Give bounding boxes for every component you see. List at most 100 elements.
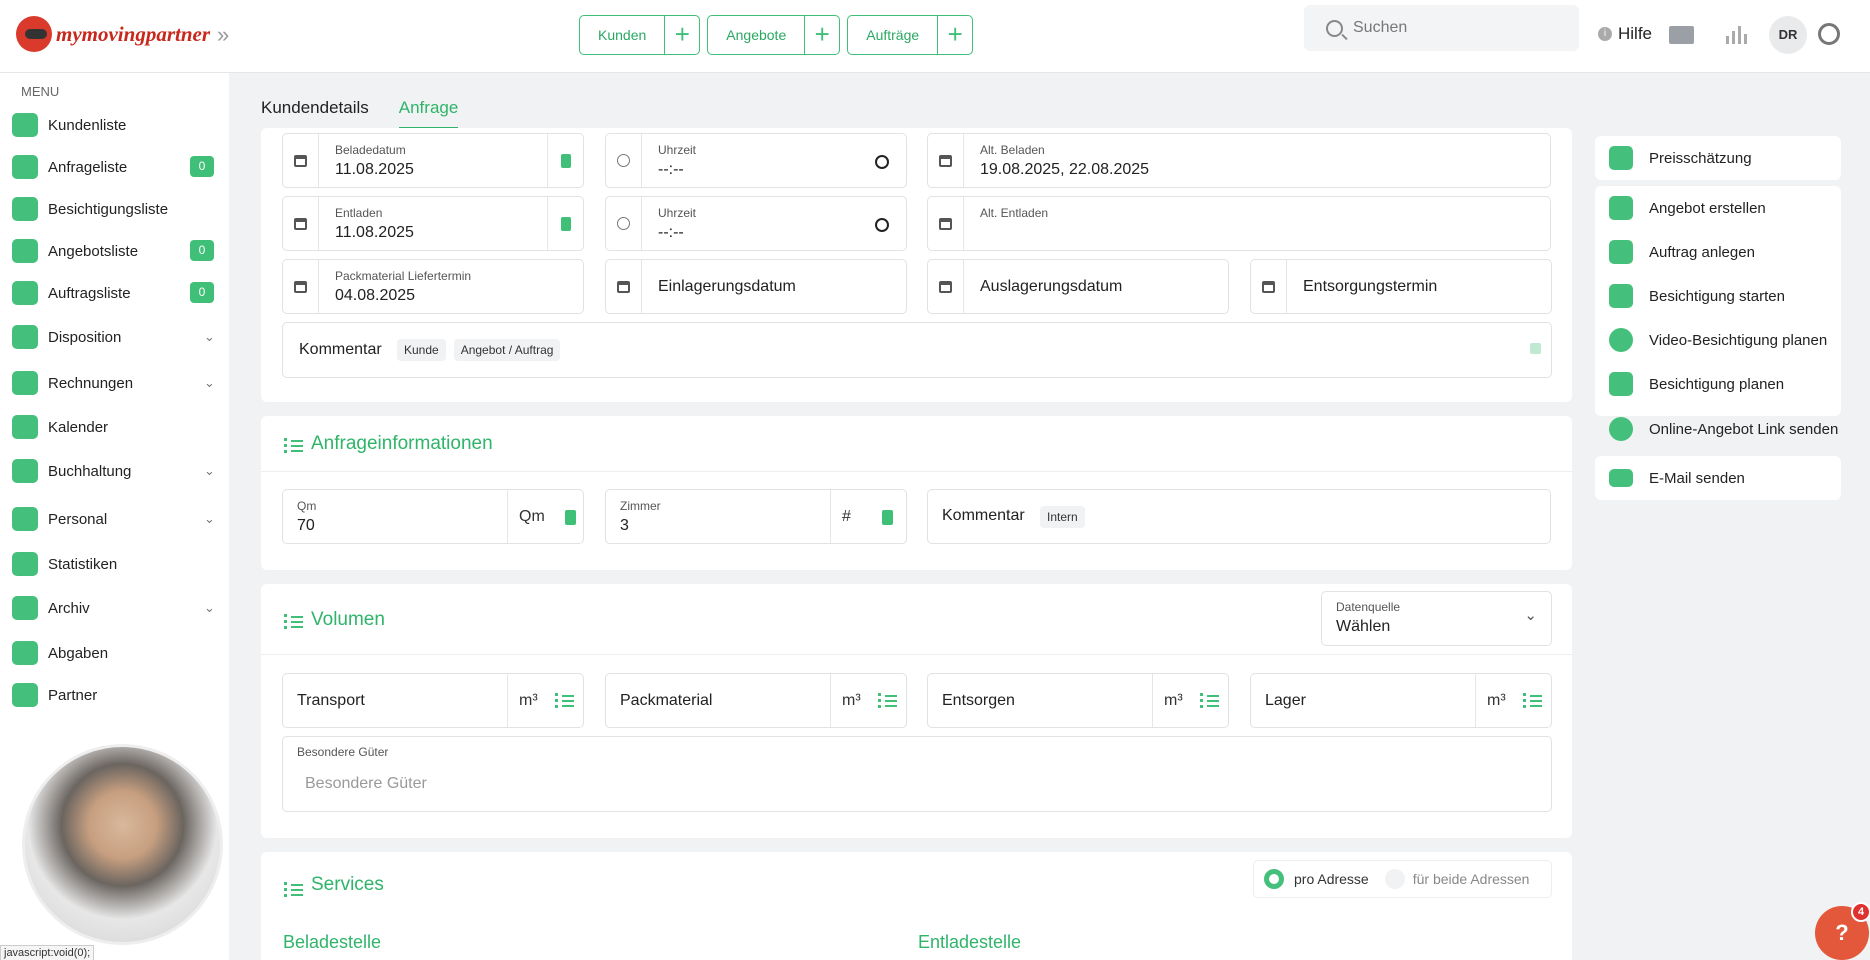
list-icon (284, 614, 303, 629)
selected-value: Wählen (1336, 618, 1391, 635)
chip-kunde[interactable]: Kunde (397, 339, 446, 361)
sidebar-item-kundenliste[interactable]: Kundenliste (0, 107, 229, 143)
avatar[interactable]: DR (1769, 16, 1807, 54)
sidebar-item-angebotsliste[interactable]: Angebotsliste 0 (0, 233, 229, 269)
clipboard-icon[interactable] (560, 216, 571, 231)
besondere-gueter-field[interactable]: Besondere Güter Besondere Güter (282, 736, 1552, 812)
kommentar-textarea[interactable]: Kommentar Kunde Angebot / Auftrag (282, 322, 1552, 378)
unit-label: m³ (519, 692, 538, 709)
radio-pro-adresse[interactable] (1264, 869, 1284, 889)
gantt-icon (12, 325, 38, 349)
clock-icon[interactable] (875, 155, 889, 169)
field-label: Besondere Güter (297, 745, 389, 759)
sidebar-item-statistiken[interactable]: Statistiken (0, 546, 229, 582)
comment-chips: Kunde Angebot / Auftrag (389, 339, 561, 361)
sidebar-toggle-icon[interactable]: » (217, 22, 229, 48)
lager-volume-field[interactable]: Lager m³ (1250, 673, 1552, 728)
transport-volume-field[interactable]: Transport m³ (282, 673, 584, 728)
radio-label: für beide Adressen (1412, 871, 1530, 887)
sidebar-item-label: Kalender (48, 418, 109, 436)
entladen-field[interactable]: Entladen 11.08.2025 (282, 196, 584, 251)
besichtigung-planen-button[interactable]: Besichtigung planen (1595, 362, 1841, 406)
datenquelle-select[interactable]: Datenquelle Wählen ⌄ (1321, 591, 1552, 646)
help-fab[interactable]: ? 4 (1815, 902, 1870, 960)
count-badge: 0 (190, 282, 214, 303)
alt-entladen-field[interactable]: Alt. Entladen (927, 196, 1551, 251)
sidebar-item-anfrageliste[interactable]: Anfrageliste 0 (0, 149, 229, 185)
einlagerungsdatum-field[interactable]: Einlagerungsdatum (605, 259, 907, 314)
entsorgen-volume-field[interactable]: Entsorgen m³ (927, 673, 1229, 728)
field-placeholder: Packmaterial (620, 692, 713, 709)
packmaterial-liefertermin-field[interactable]: Packmaterial Liefertermin 04.08.2025 (282, 259, 584, 314)
email-senden-button[interactable]: E-Mail senden (1595, 456, 1841, 500)
services-card: Services pro Adresse für beide Adressen … (261, 852, 1572, 960)
chip-intern[interactable]: Intern (1040, 506, 1085, 528)
field-value: 11.08.2025 (335, 161, 414, 178)
entsorgungstermin-field[interactable]: Entsorgungstermin (1250, 259, 1552, 314)
calculator-icon[interactable] (882, 510, 893, 525)
mail-icon[interactable] (1669, 26, 1694, 44)
clock-icon[interactable] (875, 218, 889, 232)
orders-button[interactable]: Aufträge (848, 16, 939, 54)
sidebar-item-rechnungen[interactable]: Rechnungen ⌄ (0, 365, 229, 401)
uhrzeit-entladen-field[interactable]: Uhrzeit --:-- (605, 196, 907, 251)
video-besichtigung-planen-button[interactable]: Video-Besichtigung planen (1595, 318, 1841, 362)
alt-beladen-field[interactable]: Alt. Beladen 19.08.2025, 22.08.2025 (927, 133, 1551, 188)
help-label: Hilfe (1618, 24, 1653, 43)
angebot-erstellen-button[interactable]: Angebot erstellen (1595, 186, 1841, 230)
field-label: Alt. Entladen (980, 206, 1049, 220)
radio-beide-adressen[interactable] (1384, 869, 1405, 889)
interner-kommentar-textarea[interactable]: Kommentar Intern (927, 489, 1551, 544)
sidebar-item-abgaben[interactable]: Abgaben (0, 635, 229, 671)
help-link[interactable]: i Hilfe (1598, 24, 1652, 44)
quick-create-group: Kunden + Angebote + Aufträge + (579, 15, 974, 55)
calendar-icon (1262, 280, 1275, 293)
logo[interactable]: mymovingpartner (16, 16, 210, 52)
calculator-icon[interactable] (565, 510, 576, 525)
gear-icon[interactable] (1818, 23, 1840, 45)
zimmer-field[interactable]: Zimmer 3 # (605, 489, 907, 544)
sidebar-item-personal[interactable]: Personal ⌄ (0, 501, 229, 537)
sidebar-item-besichtigungsliste[interactable]: Besichtigungsliste (0, 191, 229, 227)
auftrag-anlegen-button[interactable]: Auftrag anlegen (1595, 230, 1841, 274)
field-label: Zimmer (620, 499, 661, 513)
offers-button[interactable]: Angebote (708, 16, 806, 54)
customers-icon (12, 113, 38, 137)
online-angebot-link-button[interactable]: Online-Angebot Link senden (1595, 408, 1841, 450)
question-icon: ? (1835, 920, 1849, 945)
besichtigung-starten-button[interactable]: Besichtigung starten (1595, 274, 1841, 318)
sidebar-item-disposition[interactable]: Disposition ⌄ (0, 319, 229, 355)
sidebar-item-buchhaltung[interactable]: Buchhaltung ⌄ (0, 453, 229, 489)
sidebar-item-archiv[interactable]: Archiv ⌄ (0, 590, 229, 626)
uhrzeit-beladen-field[interactable]: Uhrzeit --:-- (605, 133, 907, 188)
list-icon[interactable] (1523, 693, 1542, 708)
sidebar-item-partner[interactable]: Partner (0, 677, 229, 713)
preisschaetzung-button[interactable]: Preisschätzung (1595, 136, 1841, 180)
unit-label: m³ (1164, 692, 1183, 709)
tab-kundendetails[interactable]: Kundendetails (261, 98, 369, 129)
offers-button-group: Angebote + (707, 15, 841, 55)
packmaterial-volume-field[interactable]: Packmaterial m³ (605, 673, 907, 728)
statistics-icon[interactable] (1726, 26, 1747, 44)
webcam-icon (1609, 328, 1633, 352)
top-bar: mymovingpartner » Kunden + Angebote + Au… (0, 0, 1870, 73)
customers-button[interactable]: Kunden (580, 16, 666, 54)
chip-angebot-auftrag[interactable]: Angebot / Auftrag (453, 339, 561, 361)
bar-chart-icon (12, 552, 38, 576)
list-icon[interactable] (1200, 693, 1219, 708)
qm-field[interactable]: Qm 70 Qm (282, 489, 584, 544)
beladedatum-field[interactable]: Beladedatum 11.08.2025 (282, 133, 584, 188)
tab-anfrage[interactable]: Anfrage (398, 98, 459, 129)
list-icon[interactable] (555, 693, 574, 708)
add-offer-plus-icon[interactable]: + (805, 16, 839, 54)
sidebar-item-auftragsliste[interactable]: Auftragsliste 0 (0, 275, 229, 311)
field-label: Uhrzeit (658, 206, 697, 220)
list-icon[interactable] (878, 693, 897, 708)
logo-mark-icon (16, 16, 52, 52)
search-input[interactable]: Suchen (1304, 5, 1579, 51)
auslagerungsdatum-field[interactable]: Auslagerungsdatum (927, 259, 1229, 314)
add-order-plus-icon[interactable]: + (938, 16, 972, 54)
clipboard-icon[interactable] (560, 153, 571, 168)
sidebar-item-kalender[interactable]: Kalender (0, 409, 229, 445)
add-customer-plus-icon[interactable]: + (665, 16, 699, 54)
